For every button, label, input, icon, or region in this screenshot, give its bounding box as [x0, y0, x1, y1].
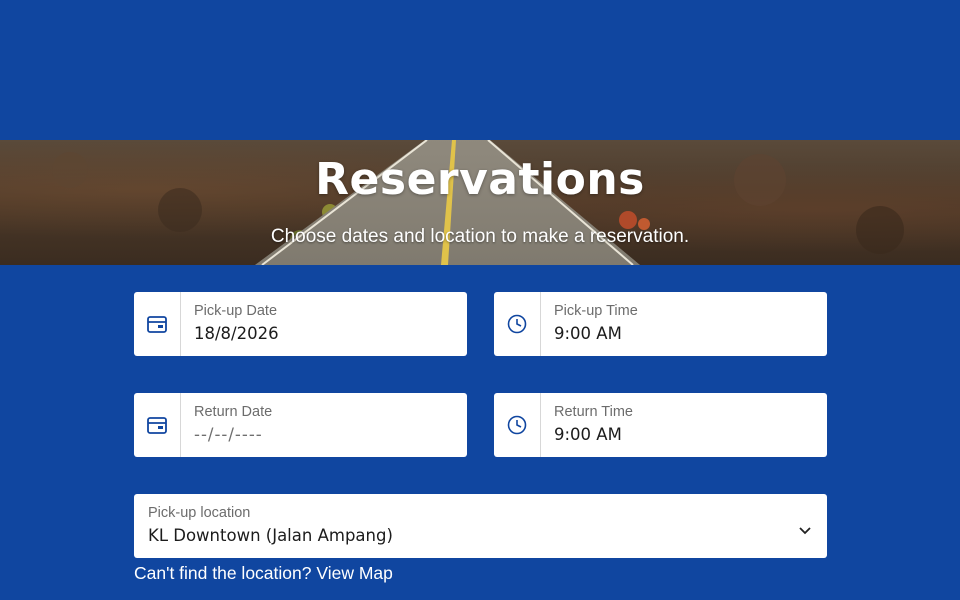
pickup-time-input[interactable]: 9:00 AM — [554, 323, 827, 345]
return-time-field[interactable]: Return Time 9:00 AM — [494, 393, 827, 457]
map-prompt: Can't find the location? View Map — [134, 563, 393, 584]
pickup-location-value[interactable]: KL Downtown (Jalan Ampang) — [148, 525, 827, 547]
pickup-location-label: Pick-up location — [148, 505, 251, 521]
clock-icon[interactable] — [494, 393, 541, 457]
pickup-date-input[interactable]: 18/8/2026 — [194, 323, 467, 345]
return-date-label: Return Date — [194, 404, 273, 420]
chevron-down-icon[interactable] — [799, 520, 811, 539]
return-date-input[interactable]: --/--/---- — [194, 424, 467, 446]
pickup-time-label: Pick-up Time — [554, 303, 638, 319]
clock-icon[interactable] — [494, 292, 541, 356]
pickup-date-label: Pick-up Date — [194, 303, 278, 319]
page-subtitle: Choose dates and location to make a rese… — [270, 226, 690, 247]
view-map-link[interactable]: View Map — [316, 563, 393, 583]
reservation-page: Reservations Choose dates and location t… — [0, 0, 960, 600]
calendar-icon[interactable] — [134, 292, 181, 356]
return-date-field[interactable]: Return Date --/--/---- — [134, 393, 467, 457]
pickup-location-select[interactable]: Pick-up location KL Downtown (Jalan Ampa… — [134, 494, 827, 558]
hero-banner: Reservations Choose dates and location t… — [0, 140, 960, 265]
pickup-date-field[interactable]: Pick-up Date 18/8/2026 — [134, 292, 467, 356]
return-time-input[interactable]: 9:00 AM — [554, 424, 827, 446]
map-prompt-text: Can't find the location? — [134, 563, 312, 583]
calendar-icon[interactable] — [134, 393, 181, 457]
page-title: Reservations — [315, 154, 645, 205]
pickup-time-field[interactable]: Pick-up Time 9:00 AM — [494, 292, 827, 356]
return-time-label: Return Time — [554, 404, 633, 420]
